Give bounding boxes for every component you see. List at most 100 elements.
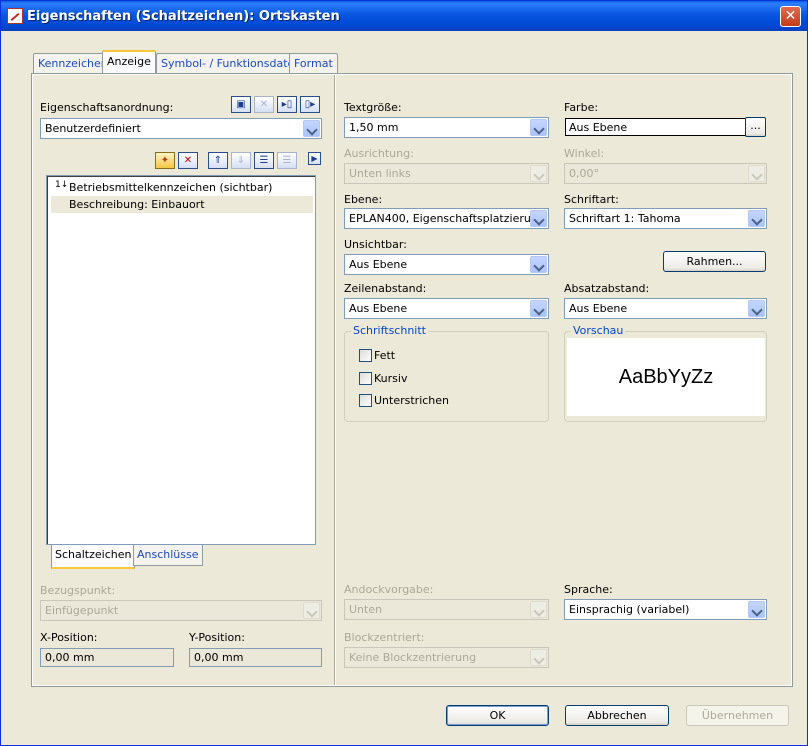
kursiv-label: Kursiv — [374, 372, 408, 385]
chevron-down-icon[interactable] — [530, 300, 547, 317]
vorschau-preview: AaBbYyZz — [567, 338, 765, 416]
sprache-label: Sprache: — [564, 583, 613, 596]
rahmen-button[interactable]: Rahmen... — [663, 251, 766, 272]
fett-label: Fett — [374, 349, 396, 362]
ausrichtung-label: Ausrichtung: — [344, 147, 414, 160]
textgroesse-select[interactable]: 1,50 mm — [344, 117, 549, 138]
sort-order-icon: 1↓ — [55, 180, 69, 190]
chevron-down-icon[interactable] — [530, 119, 547, 136]
import-icon[interactable]: ▸▯ — [277, 96, 297, 113]
zeilenabstand-label: Zeilenabstand: — [344, 282, 427, 295]
blockzentriert-select[interactable]: Keine Blockzentrierung — [344, 647, 549, 668]
chevron-down-icon[interactable] — [303, 120, 320, 137]
unsichtbar-value: Aus Ebene — [349, 258, 408, 271]
chevron-down-icon[interactable] — [303, 602, 320, 619]
arrangement-label: Eigenschaftsanordnung: — [40, 101, 174, 114]
absatzabstand-select[interactable]: Aus Ebene — [564, 298, 767, 319]
textgroesse-label: Textgröße: — [344, 101, 402, 114]
panel-divider — [334, 75, 336, 685]
schriftart-value: Schriftart 1: Tahoma — [569, 212, 681, 225]
unsichtbar-label: Unsichtbar: — [344, 238, 407, 251]
textgroesse-value: 1,50 mm — [349, 121, 399, 134]
ypos-field[interactable]: 0,00 mm — [189, 648, 322, 667]
window-title: Eigenschaften (Schaltzeichen): Ortskaste… — [27, 9, 340, 24]
tab-anschluesse[interactable]: Anschlüsse — [133, 545, 203, 566]
ypos-label: Y-Position: — [189, 631, 245, 644]
fett-checkbox[interactable] — [359, 349, 372, 362]
bezugspunkt-select[interactable]: Einfügepunkt — [40, 600, 322, 621]
vorschau-title: Vorschau — [571, 324, 626, 337]
apply-button[interactable]: Übernehmen — [686, 705, 789, 726]
ausrichtung-value: Unten links — [349, 167, 411, 180]
list-item[interactable]: Beschreibung: Einbauort — [51, 196, 313, 213]
move-down-icon[interactable]: ⇓ — [231, 152, 251, 169]
chevron-down-icon[interactable] — [530, 256, 547, 273]
arrangement-value: Benutzerdefiniert — [45, 122, 141, 135]
tab-kennzeichen[interactable]: Kennzeichen — [33, 53, 113, 74]
chevron-down-icon[interactable] — [748, 210, 765, 227]
export-icon[interactable]: ▯▸ — [300, 96, 320, 113]
tab-format[interactable]: Format — [289, 53, 338, 74]
farbe-label: Farbe: — [564, 101, 599, 114]
winkel-value: 0,00° — [569, 167, 599, 180]
tab-schaltzeichen[interactable]: Schaltzeichen — [51, 545, 136, 569]
title-bar[interactable]: Eigenschaften (Schaltzeichen): Ortskaste… — [1, 1, 807, 31]
unsichtbar-select[interactable]: Aus Ebene — [344, 254, 549, 275]
cancel-button[interactable]: Abbrechen — [565, 705, 669, 726]
schriftart-label: Schriftart: — [564, 193, 619, 206]
chevron-down-icon[interactable] — [748, 165, 765, 182]
chevron-down-icon[interactable] — [530, 601, 547, 618]
chevron-down-icon[interactable] — [748, 601, 765, 618]
chevron-down-icon[interactable] — [530, 210, 547, 227]
chevron-down-icon[interactable] — [748, 300, 765, 317]
ebene-label: Ebene: — [344, 193, 383, 206]
winkel-select[interactable]: 0,00° — [564, 163, 767, 184]
andockvorgabe-select[interactable]: Unten — [344, 599, 549, 620]
close-button[interactable]: ✕ — [780, 6, 801, 27]
xpos-label: X-Position: — [40, 631, 98, 644]
arrangement-select[interactable]: Benutzerdefiniert — [40, 118, 322, 139]
list-item-label: Betriebsmittelkennzeichen (sichtbar) — [69, 181, 273, 194]
blockzentriert-value: Keine Blockzentrierung — [349, 651, 477, 664]
move-up-icon[interactable]: ⇑ — [208, 152, 228, 169]
list-item-label: Beschreibung: Einbauort — [69, 198, 205, 211]
unterstrichen-checkbox[interactable] — [359, 394, 372, 407]
tab-anzeige[interactable]: Anzeige — [102, 50, 156, 74]
new-property-icon[interactable]: ✦ — [155, 152, 175, 169]
andockvorgabe-label: Andockvorgabe: — [344, 583, 434, 596]
sprache-value: Einsprachig (variabel) — [569, 603, 690, 616]
zeilenabstand-value: Aus Ebene — [349, 302, 408, 315]
ebene-select[interactable]: EPLAN400, Eigenschaftsplatzierung.Be — [344, 208, 549, 229]
absatzabstand-value: Aus Ebene — [569, 302, 628, 315]
kursiv-checkbox[interactable] — [359, 372, 372, 385]
ausrichtung-select[interactable]: Unten links — [344, 163, 549, 184]
property-list[interactable]: 1↓ Betriebsmittelkennzeichen (sichtbar) … — [46, 175, 316, 545]
farbe-browse-button[interactable]: ... — [745, 117, 766, 137]
farbe-field[interactable]: Aus Ebene — [565, 118, 746, 136]
property-layout-alt-icon[interactable]: ☰ — [277, 152, 297, 169]
delete-property-icon[interactable]: ✕ — [178, 152, 198, 169]
eplan-app-icon — [7, 8, 23, 24]
unterstrichen-label: Unterstrichen — [374, 394, 450, 407]
schriftschnitt-title: Schriftschnitt — [351, 324, 428, 337]
ok-button[interactable]: OK — [446, 705, 549, 726]
winkel-label: Winkel: — [564, 147, 605, 160]
bezugspunkt-value: Einfügepunkt — [45, 604, 119, 617]
delete-arrangement-icon[interactable]: ✕ — [254, 96, 274, 113]
andockvorgabe-value: Unten — [349, 603, 383, 616]
xpos-field[interactable]: 0,00 mm — [40, 648, 174, 667]
more-arrow-icon[interactable]: ▶ — [308, 152, 321, 165]
save-icon[interactable]: ▣ — [231, 96, 251, 113]
property-layout-icon[interactable]: ☰ — [254, 152, 274, 169]
chevron-down-icon[interactable] — [530, 165, 547, 182]
chevron-down-icon[interactable] — [530, 649, 547, 666]
sprache-select[interactable]: Einsprachig (variabel) — [564, 599, 767, 620]
absatzabstand-label: Absatzabstand: — [564, 282, 650, 295]
zeilenabstand-select[interactable]: Aus Ebene — [344, 298, 549, 319]
tab-symbol-funktionsdaten[interactable]: Symbol- / Funktionsdaten — [156, 53, 307, 74]
list-item[interactable]: 1↓ Betriebsmittelkennzeichen (sichtbar) — [51, 179, 313, 196]
schriftart-select[interactable]: Schriftart 1: Tahoma — [564, 208, 767, 229]
blockzentriert-label: Blockzentriert: — [344, 631, 425, 644]
properties-dialog: Eigenschaften (Schaltzeichen): Ortskaste… — [0, 0, 808, 746]
bezugspunkt-label: Bezugspunkt: — [40, 584, 116, 597]
